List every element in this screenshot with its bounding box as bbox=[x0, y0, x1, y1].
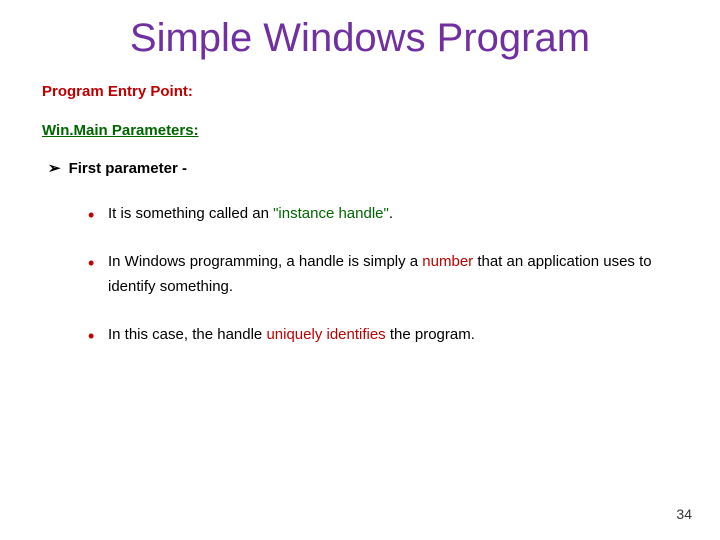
arrow-bullet: ➢ First parameter - bbox=[48, 159, 680, 177]
arrow-text: First parameter - bbox=[69, 160, 187, 177]
slide: Simple Windows Program Program Entry Poi… bbox=[0, 0, 720, 540]
section-heading: Program Entry Point: bbox=[42, 83, 680, 100]
page-number: 34 bbox=[676, 506, 692, 522]
slide-title: Simple Windows Program bbox=[40, 16, 680, 61]
bullet-post: the program. bbox=[386, 326, 475, 343]
bullet-pre: In this case, the handle bbox=[108, 326, 266, 343]
arrow-icon: ➢ bbox=[48, 160, 61, 177]
list-item: In this case, the handle uniquely identi… bbox=[88, 322, 680, 348]
subsection-heading: Win.Main Parameters: bbox=[42, 122, 680, 139]
bullet-highlight: number bbox=[422, 253, 473, 270]
bullet-pre: In Windows programming, a handle is simp… bbox=[108, 253, 422, 270]
bullet-pre: It is something called an bbox=[108, 205, 273, 222]
list-item: It is something called an "instance hand… bbox=[88, 201, 680, 227]
bullet-highlight: uniquely identifies bbox=[266, 326, 385, 343]
bullet-highlight: "instance handle" bbox=[273, 205, 389, 222]
bullet-post: . bbox=[389, 205, 393, 222]
list-item: In Windows programming, a handle is simp… bbox=[88, 249, 680, 300]
bullet-list: It is something called an "instance hand… bbox=[88, 201, 680, 347]
